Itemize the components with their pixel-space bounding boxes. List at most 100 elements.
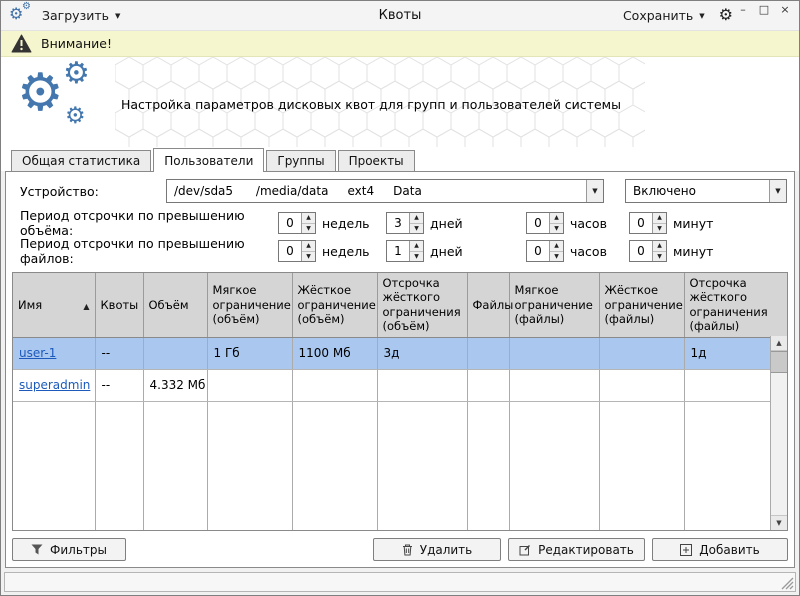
titlebar: ⚙ ⚙ Загрузить ▼ Квоты Сохранить ▼ ⚙ – □ … [1,1,799,31]
chevron-down-icon[interactable]: ▼ [769,180,786,202]
spin-down-icon[interactable]: ▼ [550,252,563,262]
spin-up-icon[interactable]: ▲ [653,213,666,224]
app-header: ⚙ ⚙ ⚙ Настройка параметров дисковых квот… [1,57,799,147]
resize-grip[interactable] [781,577,794,590]
column-header-hard-limit-files[interactable]: Жёсткое ограничение (файлы) [599,273,684,337]
settings-gear-icon[interactable]: ⚙ [719,8,733,24]
grace-files-label: Период отсрочки по превышению файлов: [12,236,278,266]
spin-down-icon[interactable]: ▼ [302,224,315,234]
spin-down-icon[interactable]: ▼ [653,252,666,262]
spin-up-icon[interactable]: ▲ [550,241,563,252]
unit-label: минут [667,244,713,259]
gear-icon: ⚙ [17,67,64,119]
device-label: Устройство: [12,184,166,199]
app-logo: ⚙ ⚙ ⚙ [17,61,107,145]
device-value: /dev/sda5 /media/data ext4 Data [167,180,586,202]
spin-up-icon[interactable]: ▲ [410,213,423,224]
unit-label: часов [564,244,607,259]
close-button[interactable]: × [779,3,791,16]
column-header-grace-files[interactable]: Отсрочка жёсткого ограничения (файлы) [684,273,787,337]
unit-label: дней [424,216,463,231]
warning-text: Внимание! [41,36,112,51]
vertical-scrollbar[interactable]: ▲ ▼ [770,336,787,530]
app-window: ⚙ ⚙ Загрузить ▼ Квоты Сохранить ▼ ⚙ – □ … [0,0,800,596]
table-row[interactable]: superadmin -- 4.332 Мб [13,369,787,401]
grace-files-row: Период отсрочки по превышению файлов: 0 … [12,238,788,264]
gear-icon: ⚙ [65,105,86,128]
maximize-button[interactable]: □ [758,3,770,16]
column-header-soft-limit-volume[interactable]: Мягкое ограничение (объём) [207,273,292,337]
delete-button[interactable]: Удалить [373,538,501,561]
filters-button[interactable]: Фильтры [12,538,126,561]
spin-down-icon[interactable]: ▼ [410,224,423,234]
device-select[interactable]: /dev/sda5 /media/data ext4 Data ▼ [166,179,604,203]
spin-down-icon[interactable]: ▼ [653,224,666,234]
grace-files-days-spinner[interactable]: 1 ▲ ▼ [386,240,424,262]
minimize-button[interactable]: – [737,3,749,16]
grace-volume-hours-spinner[interactable]: 0 ▲ ▼ [526,212,564,234]
column-header-files[interactable]: Файлы [467,273,509,337]
warning-banner: Внимание! [1,31,799,57]
spin-up-icon[interactable]: ▲ [302,241,315,252]
grace-volume-weeks-spinner[interactable]: 0 ▲ ▼ [278,212,316,234]
tab-users[interactable]: Пользователи [153,148,264,172]
unit-label: дней [424,244,463,259]
grace-volume-row: Период отсрочки по превышению объёма: 0 … [12,210,788,236]
chevron-down-icon: ▼ [699,12,704,20]
app-gears-icon: ⚙ ⚙ [9,4,35,28]
device-row: Устройство: /dev/sda5 /media/data ext4 D… [12,178,788,204]
column-header-grace-volume[interactable]: Отсрочка жёсткого ограничения (объём) [377,273,467,337]
edit-button[interactable]: Редактировать [508,538,645,561]
spin-down-icon[interactable]: ▼ [302,252,315,262]
spin-up-icon[interactable]: ▲ [550,213,563,224]
trash-icon [402,544,413,556]
tab-groups[interactable]: Группы [266,150,335,171]
sort-ascending-icon: ▲ [83,302,89,312]
tab-bar: Общая статистика Пользователи Группы Про… [1,147,799,171]
gear-icon: ⚙ [63,59,90,89]
users-panel: Устройство: /dev/sda5 /media/data ext4 D… [5,171,795,568]
status-bar [4,572,796,592]
column-header-quotas[interactable]: Квоты [95,273,143,337]
save-menu-button[interactable]: Сохранить ▼ [623,8,705,23]
user-link[interactable]: user-1 [19,346,56,360]
edit-icon [519,544,531,556]
table-row[interactable]: user-1 -- 1 Гб 1100 Мб 3д 1д [13,337,787,369]
unit-label: минут [667,216,713,231]
warning-icon [11,34,32,53]
spin-up-icon[interactable]: ▲ [410,241,423,252]
grace-files-minutes-spinner[interactable]: 0 ▲ ▼ [629,240,667,262]
app-description: Настройка параметров дисковых квот для г… [121,97,621,112]
spin-up-icon[interactable]: ▲ [653,241,666,252]
table-header-row: ▲ Имя Квоты Объём Мягкое ограничение (об… [13,273,787,337]
user-link[interactable]: superadmin [19,378,90,392]
tab-general-stats[interactable]: Общая статистика [11,150,151,171]
column-header-name[interactable]: ▲ Имя [13,273,95,337]
spin-down-icon[interactable]: ▼ [550,224,563,234]
grace-volume-days-spinner[interactable]: 3 ▲ ▼ [386,212,424,234]
window-controls: – □ × [737,3,791,16]
column-header-volume[interactable]: Объём [143,273,207,337]
scrollbar-thumb[interactable] [771,351,787,373]
spin-down-icon[interactable]: ▼ [410,252,423,262]
quota-state-value: Включено [626,180,769,202]
scroll-up-button[interactable]: ▲ [771,336,787,351]
action-bar: Фильтры Удалить Редактировать [12,538,788,561]
quota-table: ▲ Имя Квоты Объём Мягкое ограничение (об… [12,272,788,531]
grace-volume-minutes-spinner[interactable]: 0 ▲ ▼ [629,212,667,234]
unit-label: недель [316,244,370,259]
add-button[interactable]: Добавить [652,538,788,561]
grace-files-hours-spinner[interactable]: 0 ▲ ▼ [526,240,564,262]
load-menu-button[interactable]: Загрузить ▼ [42,8,120,23]
quota-state-select[interactable]: Включено ▼ [625,179,787,203]
chevron-down-icon: ▼ [115,12,120,20]
column-header-hard-limit-volume[interactable]: Жёсткое ограничение (объём) [292,273,377,337]
table-empty-area [13,401,787,530]
tab-projects[interactable]: Проекты [338,150,415,171]
scroll-down-button[interactable]: ▼ [771,515,787,530]
filter-icon [31,544,43,555]
chevron-down-icon[interactable]: ▼ [586,180,603,202]
column-header-soft-limit-files[interactable]: Мягкое ограничение (файлы) [509,273,599,337]
grace-files-weeks-spinner[interactable]: 0 ▲ ▼ [278,240,316,262]
spin-up-icon[interactable]: ▲ [302,213,315,224]
